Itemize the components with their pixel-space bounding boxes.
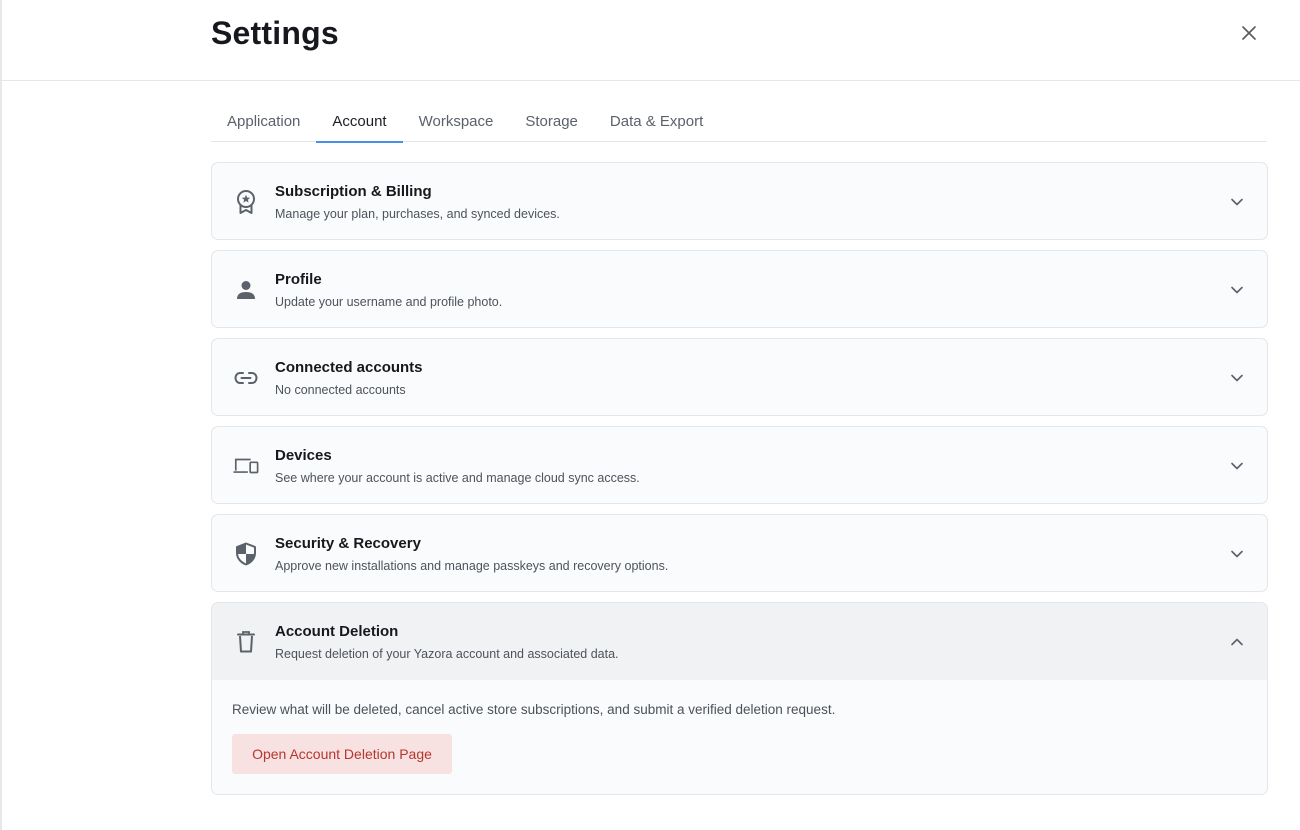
settings-header: Settings: [0, 0, 1300, 81]
trash-icon: [233, 629, 259, 655]
section-subscription-billing: Subscription & Billing Manage your plan,…: [211, 162, 1268, 240]
person-icon: [233, 277, 259, 303]
section-account-deletion: Account Deletion Request deletion of you…: [211, 602, 1268, 795]
page-title: Settings: [211, 15, 339, 51]
section-profile: Profile Update your username and profile…: [211, 250, 1268, 328]
section-body-account-deletion: Review what will be deleted, cancel acti…: [212, 680, 1267, 794]
chevron-down-icon: [1228, 545, 1246, 563]
chevron-up-icon: [1228, 633, 1246, 651]
tab-data-export[interactable]: Data & Export: [594, 104, 719, 142]
tab-storage[interactable]: Storage: [509, 104, 594, 142]
section-description: Approve new installations and manage pas…: [275, 559, 669, 573]
section-title: Security & Recovery: [275, 535, 421, 552]
tab-account[interactable]: Account: [316, 104, 403, 143]
section-title: Account Deletion: [275, 623, 399, 640]
section-header-profile[interactable]: Profile Update your username and profile…: [212, 251, 1267, 327]
section-header-security-recovery[interactable]: Security & Recovery Approve new installa…: [212, 515, 1267, 591]
tab-workspace[interactable]: Workspace: [403, 104, 510, 142]
deletion-info-text: Review what will be deleted, cancel acti…: [232, 702, 836, 717]
section-connected-accounts: Connected accounts No connected accounts: [211, 338, 1268, 416]
open-account-deletion-button[interactable]: Open Account Deletion Page: [232, 734, 452, 774]
chevron-down-icon: [1228, 369, 1246, 387]
section-description: Manage your plan, purchases, and synced …: [275, 207, 560, 221]
section-title: Connected accounts: [275, 359, 423, 376]
shield-icon: [233, 541, 259, 567]
chevron-down-icon: [1228, 457, 1246, 475]
chevron-down-icon: [1228, 281, 1246, 299]
section-header-subscription-billing[interactable]: Subscription & Billing Manage your plan,…: [212, 163, 1267, 239]
section-header-connected-accounts[interactable]: Connected accounts No connected accounts: [212, 339, 1267, 415]
section-title: Subscription & Billing: [275, 183, 432, 200]
section-description: No connected accounts: [275, 383, 406, 397]
window-edge: [0, 0, 2, 830]
section-title: Devices: [275, 447, 332, 464]
section-title: Profile: [275, 271, 322, 288]
section-description: Update your username and profile photo.: [275, 295, 503, 309]
section-header-account-deletion[interactable]: Account Deletion Request deletion of you…: [212, 603, 1267, 680]
section-description: Request deletion of your Yazora account …: [275, 647, 619, 661]
chevron-down-icon: [1228, 193, 1246, 211]
link-icon: [233, 365, 259, 391]
tab-application[interactable]: Application: [211, 104, 316, 142]
section-devices: Devices See where your account is active…: [211, 426, 1268, 504]
section-security-recovery: Security & Recovery Approve new installa…: [211, 514, 1268, 592]
devices-icon: [233, 453, 259, 479]
award-badge-icon: [233, 189, 259, 215]
settings-tabs: Application Account Workspace Storage Da…: [211, 104, 1267, 143]
section-header-devices[interactable]: Devices See where your account is active…: [212, 427, 1267, 503]
section-description: See where your account is active and man…: [275, 471, 640, 485]
close-button[interactable]: [1238, 22, 1260, 44]
close-icon: [1242, 26, 1256, 40]
